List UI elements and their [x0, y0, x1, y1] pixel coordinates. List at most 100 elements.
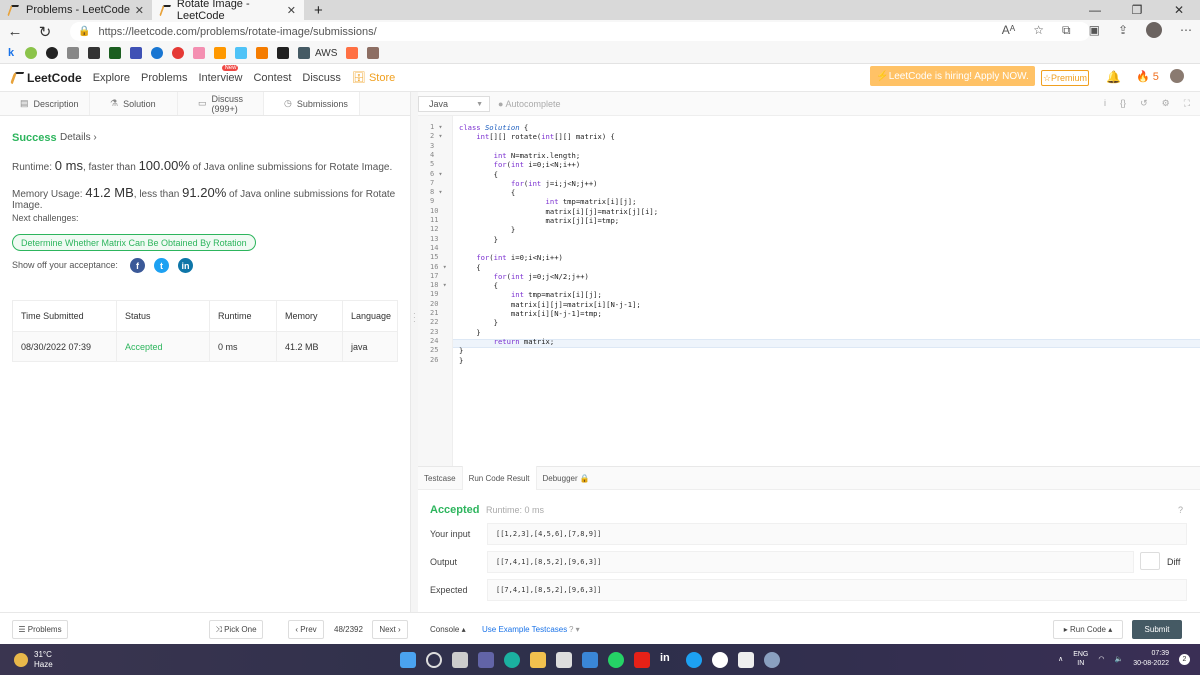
prev-button[interactable]: ‹ Prev	[288, 620, 324, 639]
braces-icon[interactable]: {}	[1120, 98, 1126, 109]
language-select[interactable]: Java ▼	[418, 96, 490, 112]
hiring-banner[interactable]: ⚡ LeetCode is hiring! Apply NOW.	[870, 66, 1035, 86]
bookmark-icon[interactable]	[172, 47, 184, 59]
profile-avatar[interactable]	[1146, 22, 1162, 38]
code-line[interactable]: int tmp=matrix[i][j];	[459, 197, 637, 206]
bookmark-icon[interactable]	[367, 47, 380, 59]
nav-discuss[interactable]: Discuss	[302, 72, 341, 84]
code-line[interactable]: {	[459, 170, 498, 179]
tab-description[interactable]: ▤ Description	[0, 92, 90, 115]
code-line[interactable]: }	[459, 328, 480, 337]
app-icon[interactable]	[764, 652, 780, 668]
more-icon[interactable]: ⋯	[1180, 23, 1192, 37]
whatsapp-icon[interactable]	[608, 652, 624, 668]
clock[interactable]: 07:39 30-08-2022	[1133, 649, 1169, 669]
linkedin-app-icon[interactable]: in	[660, 652, 676, 668]
code-line[interactable]: for(int i=0;i<N;i++)	[459, 160, 581, 169]
extensions-icon[interactable]: ⧉	[1062, 23, 1071, 38]
browser-tab-problems[interactable]: Problems - LeetCode ✕	[0, 0, 152, 20]
facebook-icon[interactable]: f	[130, 258, 145, 273]
tab-solution[interactable]: ⚗ Solution	[90, 92, 178, 115]
github-app-icon[interactable]	[712, 652, 728, 668]
nav-explore[interactable]: Explore	[93, 72, 130, 84]
code-line[interactable]: }	[459, 356, 463, 365]
accepted-link[interactable]: Accepted	[116, 331, 210, 362]
code-line[interactable]: matrix[i][N-j-1]=tmp;	[459, 309, 602, 318]
aws-bookmark-label[interactable]: AWS	[315, 48, 337, 59]
refresh-icon[interactable]: ↻	[30, 23, 60, 41]
code-line[interactable]: {	[459, 188, 515, 197]
run-code-button[interactable]: ▸ Run Code ▴	[1053, 620, 1123, 639]
bell-icon[interactable]: 🔔	[1106, 70, 1121, 84]
notification-badge[interactable]: 2	[1179, 653, 1190, 665]
code-line[interactable]: }	[459, 318, 498, 327]
new-tab-button[interactable]: +	[306, 0, 326, 20]
bookmark-icon[interactable]	[193, 47, 205, 59]
pick-one-button[interactable]: ⤨ Pick One	[209, 620, 263, 639]
code-line[interactable]: for(int i=0;i<N;i++)	[459, 253, 563, 262]
weather-widget[interactable]: 31°C Haze	[14, 650, 53, 670]
twitter-icon[interactable]: t	[154, 258, 169, 273]
bookmark-icon[interactable]	[277, 47, 289, 59]
diff-toggle[interactable]	[1140, 552, 1160, 570]
code-line[interactable]: matrix[i][j]=matrix[j][i];	[459, 207, 659, 216]
code-line[interactable]: int N=matrix.length;	[459, 151, 581, 160]
console-toggle[interactable]: Console ▴	[430, 625, 466, 634]
fullscreen-icon[interactable]: ⛶	[1184, 98, 1190, 109]
table-row[interactable]: 08/30/2022 07:39 Accepted 0 ms 41.2 MB j…	[12, 331, 398, 362]
bookmark-icon[interactable]	[256, 47, 268, 59]
leetcode-logo[interactable]: LeetCode	[9, 71, 82, 85]
code-line[interactable]: }	[459, 346, 463, 355]
code-line[interactable]: for(int j=i;j<N;j++)	[459, 179, 598, 188]
close-tab-icon[interactable]: ✕	[287, 4, 296, 17]
problems-button[interactable]: ☰ Problems	[12, 620, 68, 639]
tab-submissions[interactable]: ◷ Submissions	[264, 92, 360, 115]
code-line[interactable]: }	[459, 225, 515, 234]
tab-discuss[interactable]: ▭ Discuss (999+)	[178, 92, 264, 115]
help-icon[interactable]: ?	[1178, 505, 1183, 515]
code-line[interactable]: for(int j=0;j<N/2;j++)	[459, 272, 589, 281]
collections-icon[interactable]: ▣	[1089, 23, 1100, 37]
nav-contest[interactable]: Contest	[253, 72, 291, 84]
code-line[interactable]: int[][] rotate(int[][] matrix) {	[459, 132, 615, 141]
bookmark-icon[interactable]	[214, 47, 226, 59]
settings-icon[interactable]: ⚙	[1162, 98, 1170, 109]
code-line[interactable]: {	[459, 263, 480, 272]
close-window-button[interactable]: ✕	[1158, 0, 1200, 20]
autocomplete-toggle[interactable]: ● Autocomplete	[498, 99, 561, 109]
wifi-icon[interactable]: ◠	[1098, 655, 1104, 663]
next-button[interactable]: Next ›	[372, 620, 408, 639]
url-field[interactable]: 🔒 https://leetcode.com/problems/rotate-i…	[70, 22, 1090, 41]
maximize-button[interactable]: ❐	[1116, 0, 1158, 20]
bookmark-icon[interactable]	[346, 47, 359, 59]
youtube-icon[interactable]	[634, 652, 650, 668]
tab-run-code-result[interactable]: Run Code Result	[461, 466, 537, 490]
bookmark-icon[interactable]	[130, 47, 142, 59]
nav-interview[interactable]: Interview New	[198, 64, 242, 84]
details-link[interactable]: Details ›	[60, 132, 97, 143]
submit-button[interactable]: Submit	[1132, 620, 1182, 639]
aws-bookmark-icon[interactable]	[298, 47, 310, 59]
edge-icon[interactable]	[504, 652, 520, 668]
cloud-bookmark-icon[interactable]	[151, 47, 163, 59]
task-view-icon[interactable]	[452, 652, 468, 668]
bookmark-icon[interactable]	[235, 47, 247, 59]
help-icon[interactable]: ? ▾	[569, 625, 580, 634]
linkedin-icon[interactable]: in	[178, 258, 193, 273]
app-icon[interactable]	[738, 652, 754, 668]
nav-store[interactable]: 🗄 Store	[352, 71, 395, 84]
tab-testcase[interactable]: Testcase	[418, 466, 462, 490]
code-line[interactable]: class Solution {	[459, 123, 528, 132]
language-indicator[interactable]: ENG IN	[1073, 650, 1088, 668]
close-tab-icon[interactable]: ✕	[135, 4, 144, 17]
bookmark-icon[interactable]	[25, 47, 37, 59]
search-icon[interactable]	[426, 652, 442, 668]
favorite-icon[interactable]: ☆	[1033, 23, 1044, 37]
file-explorer-icon[interactable]	[530, 652, 546, 668]
code-line[interactable]: return matrix;	[459, 337, 555, 346]
bookmark-icon[interactable]	[88, 47, 100, 59]
browser-tab-rotate-image[interactable]: Rotate Image - LeetCode ✕	[152, 0, 304, 22]
share-icon[interactable]: ⇪	[1118, 23, 1128, 37]
chevron-up-icon[interactable]: ∧	[1058, 655, 1063, 663]
read-aloud-icon[interactable]: Aᴬ	[1002, 23, 1015, 37]
